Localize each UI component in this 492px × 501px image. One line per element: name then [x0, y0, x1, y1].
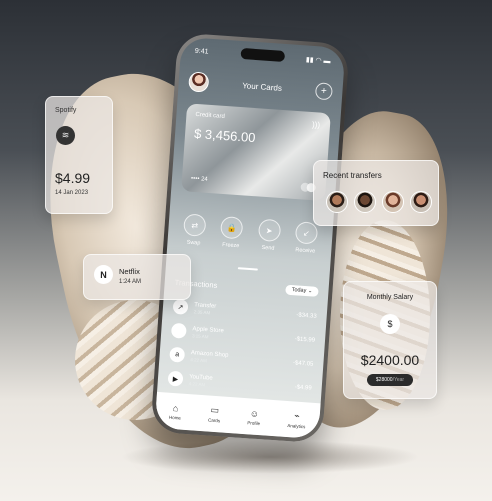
transaction-amount: -$47.05: [292, 359, 314, 368]
apple-icon: [170, 322, 187, 339]
subscription-date: 14 Jan 2023: [55, 190, 89, 196]
netflix-time: 1:24 AM: [119, 279, 142, 285]
freeze-button[interactable]: 🔒 Freeze: [215, 215, 249, 250]
recent-contacts: [326, 191, 438, 213]
netflix-icon: N: [94, 265, 113, 284]
amazon-icon: a: [169, 346, 186, 363]
analytics-icon: ⌁: [294, 410, 301, 421]
avatar[interactable]: [326, 191, 348, 213]
transaction-amount: -$4.99: [294, 383, 312, 392]
add-card-button[interactable]: +: [314, 81, 334, 100]
dollar-icon: $: [380, 314, 400, 334]
status-icons: ▮▮ ◠ ▬: [305, 56, 331, 66]
list-item[interactable]: ↗ Transfer 2:35 AM -$34.33: [172, 298, 318, 324]
swap-icon: ⇄: [183, 213, 207, 237]
list-item[interactable]: a Amazon Shop 4:22 AM -$47.05: [169, 346, 314, 372]
list-item[interactable]: ▶ YouTube 4:22 AM -$4.99: [167, 370, 313, 396]
nav-home[interactable]: ⌂ Home: [168, 402, 182, 421]
avatar[interactable]: [410, 191, 432, 213]
netflix-widget[interactable]: N Netflix 1:24 AM: [83, 254, 191, 300]
netflix-name: Netflix: [119, 267, 140, 276]
sheet-handle[interactable]: [237, 267, 258, 271]
spotify-widget[interactable]: Spotify ≋ $4.99 14 Jan 2023: [45, 96, 113, 214]
swap-label: Swap: [186, 239, 201, 247]
receive-label: Receive: [295, 247, 316, 255]
subscription-name: Spotify: [55, 107, 77, 114]
avatar[interactable]: [382, 191, 404, 213]
transaction-amount: -$34.33: [296, 311, 317, 320]
avatar[interactable]: [188, 71, 210, 93]
nav-label: Home: [168, 414, 182, 421]
receive-icon: ↙: [294, 221, 319, 245]
nav-label: Profile: [247, 419, 261, 426]
salary-target-badge: $28000/Year: [367, 374, 413, 386]
bottom-nav: ⌂ Home ▭ Cards ☺ Profile ⌁ Analytics: [154, 391, 321, 440]
transactions-header: Transactions Today ⌄: [174, 277, 319, 297]
transaction-amount: -$15.99: [294, 335, 316, 344]
monthly-salary-widget[interactable]: Monthly Salary $ $2400.00 $28000/Year: [343, 281, 437, 399]
profile-icon: ☺: [249, 407, 260, 419]
transfer-icon: ↗: [172, 298, 189, 315]
freeze-label: Freeze: [221, 242, 240, 250]
receive-button[interactable]: ↙ Receive: [289, 221, 323, 255]
list-item[interactable]: Apple Store 3:15 AM -$15.99: [170, 322, 316, 348]
card-number: •••• 24: [190, 175, 208, 183]
card-icon: ▭: [210, 404, 220, 416]
recent-transfers-widget: Recent transfers: [313, 160, 439, 226]
avatar[interactable]: [354, 191, 376, 213]
header: Your Cards +: [188, 71, 334, 101]
lock-icon: 🔒: [220, 215, 244, 240]
spotify-icon: ≋: [56, 126, 75, 145]
floor-shadow: [120, 440, 420, 474]
nav-cards[interactable]: ▭ Cards: [208, 405, 221, 424]
phone-screen: 9:41 ▮▮ ◠ ▬ Your Cards + Credit card )))…: [154, 36, 346, 440]
contactless-icon: ))): [311, 120, 321, 130]
recent-transfers-title: Recent transfers: [323, 171, 382, 180]
send-button[interactable]: ➤ Send: [252, 218, 286, 252]
phone: 9:41 ▮▮ ◠ ▬ Your Cards + Credit card )))…: [150, 32, 350, 444]
nav-label: Analytics: [287, 423, 306, 430]
date-filter-dropdown[interactable]: Today ⌄: [285, 284, 319, 297]
nav-label: Cards: [207, 417, 221, 424]
card-label: Credit card: [195, 111, 225, 120]
salary-target-suffix: /Year: [392, 377, 405, 383]
card-balance: $ 3,456.00: [193, 125, 256, 146]
youtube-icon: ▶: [167, 370, 184, 387]
nav-analytics[interactable]: ⌁ Analytics: [287, 410, 306, 430]
salary-target: $28000: [375, 377, 393, 383]
salary-amount: $2400.00: [360, 352, 420, 368]
page-title: Your Cards: [241, 80, 283, 93]
send-icon: ➤: [257, 218, 281, 243]
swap-button[interactable]: ⇄ Swap: [177, 213, 211, 247]
send-label: Send: [261, 244, 275, 252]
salary-title: Monthly Salary: [366, 294, 414, 301]
card-actions: ⇄ Swap 🔒 Freeze ➤ Send ↙ Receive: [177, 213, 323, 255]
home-icon: ⌂: [172, 402, 179, 413]
credit-card[interactable]: Credit card ))) $ 3,456.00 •••• 24: [181, 103, 331, 202]
nav-profile[interactable]: ☺ Profile: [247, 408, 261, 426]
status-time: 9:41: [194, 47, 209, 56]
subscription-price: $4.99: [55, 170, 91, 186]
